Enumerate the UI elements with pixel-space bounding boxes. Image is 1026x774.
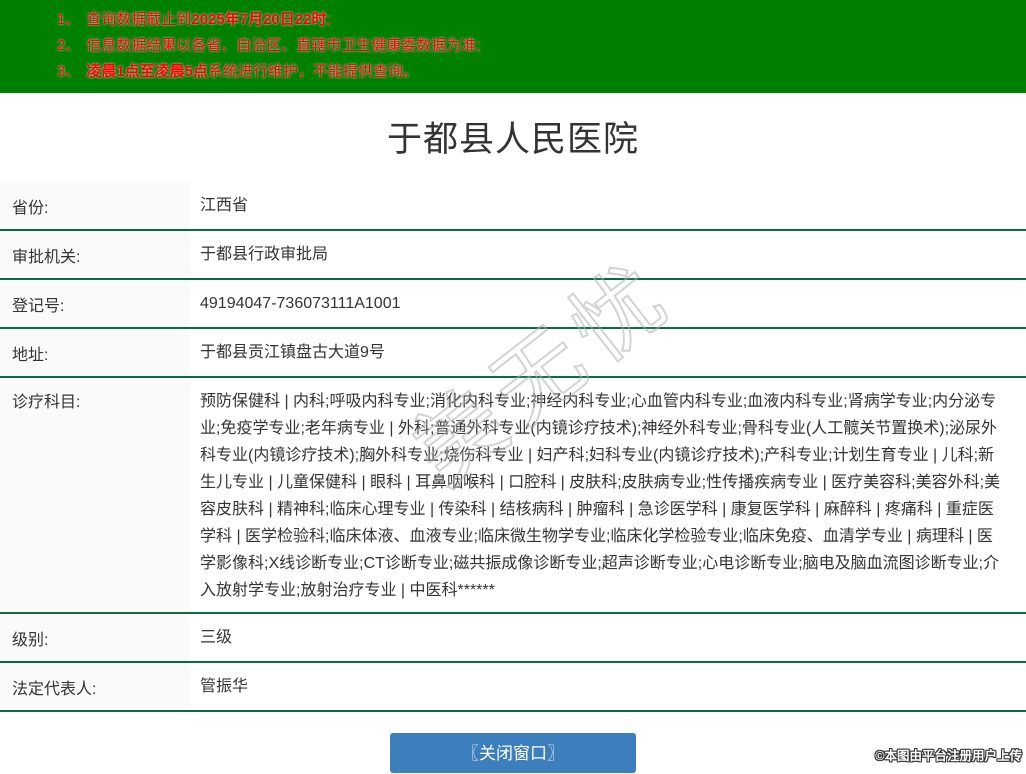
row-label: 级别:: [0, 614, 190, 661]
row-label: 法定代表人:: [0, 663, 190, 710]
table-row-legal-representative: 法定代表人: 管振华: [0, 663, 1026, 712]
notice-item-1: 1、 查询数据截止到2025年7月20日22时;: [0, 7, 1026, 33]
row-label: 登记号:: [0, 280, 190, 327]
notice-text: 查询数据截止到: [86, 11, 192, 28]
notice-number: 1、: [57, 11, 81, 28]
close-window-button[interactable]: 〖关闭窗口〗: [390, 733, 636, 773]
button-area: 〖关闭窗口〗: [0, 733, 1026, 773]
row-value: 江西省: [200, 197, 249, 214]
notice-text-bold: 凌晨1点至凌晨5点: [86, 63, 209, 80]
row-value: 于都县贡江镇盘古大道9号: [200, 344, 385, 361]
row-label: 地址:: [0, 329, 190, 376]
row-value: 管振华: [200, 678, 249, 695]
notice-banner: 1、 查询数据截止到2025年7月20日22时; 2、 信息数据结果以各省、自治区、…: [0, 0, 1026, 93]
table-row-level: 级别: 三级: [0, 614, 1026, 663]
notice-text: ;: [326, 11, 331, 28]
row-value: 49194047-736073111A1001: [200, 295, 401, 312]
notice-item-3: 3、 凌晨1点至凌晨5点系统进行维护，不能提供查询。: [0, 59, 1026, 85]
hospital-title: 于都县人民医院: [386, 120, 639, 159]
notice-number: 2、: [57, 37, 81, 54]
table-row-approval-authority: 审批机关: 于都县行政审批局: [0, 231, 1026, 280]
notice-number: 3、: [57, 63, 81, 80]
uploader-note: ©本图由平台注册用户上传: [875, 749, 1022, 763]
row-label: 审批机关:: [0, 231, 190, 278]
table-row-address: 地址: 于都县贡江镇盘古大道9号: [0, 329, 1026, 378]
row-label: 诊疗科目:: [0, 378, 190, 612]
notice-text: 系统进行维护，不能提供查询。: [208, 63, 419, 80]
notice-item-2: 2、 信息数据结果以各省、自治区、直辖市卫生健康委数据为准;: [0, 33, 1026, 59]
hospital-info-table: 省份: 江西省 审批机关: 于都县行政审批局 登记号: 49194047-736…: [0, 182, 1026, 712]
row-value: 三级: [200, 629, 233, 646]
row-label: 省份:: [0, 182, 190, 229]
row-value: 预防保健科 | 内科;呼吸内科专业;消化内科专业;神经内科专业;心血管内科专业;…: [200, 393, 1001, 599]
row-value: 于都县行政审批局: [200, 246, 329, 263]
table-row-province: 省份: 江西省: [0, 182, 1026, 231]
notice-text-bold: 2025年7月20日22时: [191, 11, 327, 28]
notice-text: 信息数据结果以各省、自治区、直辖市卫生健康委数据为准;: [86, 37, 481, 54]
table-row-medical-departments: 诊疗科目: 预防保健科 | 内科;呼吸内科专业;消化内科专业;神经内科专业;心血…: [0, 378, 1026, 614]
table-row-registration-number: 登记号: 49194047-736073111A1001: [0, 280, 1026, 329]
